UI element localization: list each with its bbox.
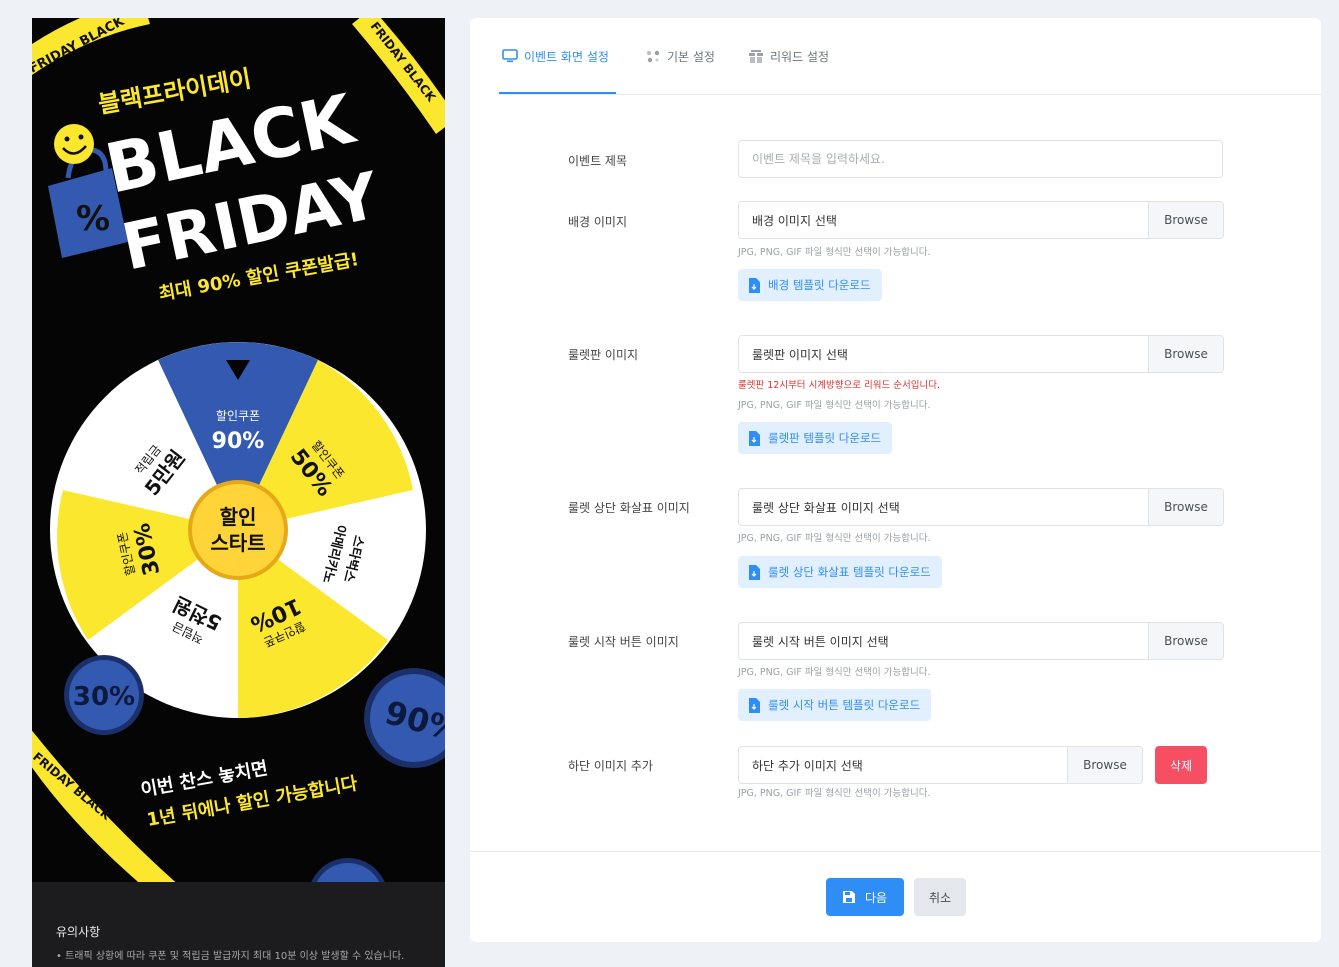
bottom-left-band: FRIDAY BLACK: [32, 730, 176, 882]
segment-value: 90%: [212, 429, 265, 454]
gift-icon: [748, 49, 764, 64]
bottom-file-input[interactable]: 하단 추가 이미지 선택 Browse: [738, 746, 1143, 784]
tab-reward-settings[interactable]: 리워드 설정: [748, 46, 829, 66]
roulette-help-text: JPG, PNG, GIF 파일 형식만 선택이 가능합니다.: [738, 400, 931, 411]
tab-label: 이벤트 화면 설정: [524, 49, 609, 64]
start-button-template-download-button[interactable]: 룰렛 시작 버튼 템플릿 다운로드: [738, 689, 932, 721]
roulette-template-download-button[interactable]: 룰렛판 템플릿 다운로드: [738, 422, 893, 454]
background-file-text: 배경 이미지 선택: [752, 213, 837, 228]
file-download-icon: [748, 430, 760, 446]
settings-card: 이벤트 화면 설정 기본 설정 리워드 설정 이벤트 제목 배경 이미지 배경 …: [470, 18, 1321, 942]
banner-text-top-right: FRIDAY BLACK: [368, 19, 439, 105]
bottom-file-text: 하단 추가 이미지 선택: [752, 758, 863, 773]
preview-artwork: FRIDAY BLACK FRIDAY BLACK FRIDAY BLACK 블…: [32, 18, 445, 882]
bottom-image-label: 하단 이미지 추가: [568, 759, 653, 773]
coin-bottom: [311, 858, 385, 882]
center-start-line1: 할인: [220, 505, 257, 529]
arrow-file-text: 룰렛 상단 화살표 이미지 선택: [752, 500, 900, 515]
next-label: 다음: [864, 890, 888, 905]
background-file-input[interactable]: 배경 이미지 선택 Browse: [738, 201, 1224, 239]
footer-divider: [470, 851, 1321, 852]
save-icon: [842, 891, 855, 903]
event-preview: FRIDAY BLACK FRIDAY BLACK FRIDAY BLACK 블…: [32, 18, 445, 967]
cancel-button[interactable]: 취소: [914, 878, 966, 916]
arrow-template-download-button[interactable]: 룰렛 상단 화살표 템플릿 다운로드: [738, 556, 942, 588]
background-template-download-button[interactable]: 배경 템플릿 다운로드: [738, 269, 882, 301]
active-tab-indicator: [499, 92, 616, 94]
settings-dots-icon: [645, 49, 661, 63]
start-button-file-text: 룰렛 시작 버튼 이미지 선택: [752, 634, 889, 649]
roulette-warning-text: 룰렛판 12시부터 시계방향으로 리워드 순서입니다.: [738, 380, 940, 391]
coin-right: 90%: [364, 668, 445, 768]
start-button-image-label: 룰렛 시작 버튼 이미지: [568, 635, 679, 649]
download-label: 배경 템플릿 다운로드: [768, 278, 871, 292]
arrow-image-label: 룰렛 상단 화살표 이미지: [568, 501, 690, 515]
background-image-label: 배경 이미지: [568, 215, 628, 229]
notice-title: 유의사항: [56, 925, 101, 939]
file-download-icon: [748, 277, 760, 293]
tab-event-screen[interactable]: 이벤트 화면 설정: [502, 46, 609, 66]
top-right-band: FRIDAY BLACK: [352, 18, 445, 134]
delete-bottom-image-button[interactable]: 삭제: [1155, 746, 1207, 784]
tab-basic-settings[interactable]: 기본 설정: [645, 46, 715, 66]
start-button-file-input[interactable]: 룰렛 시작 버튼 이미지 선택 Browse: [738, 622, 1224, 660]
download-label: 룰렛판 템플릿 다운로드: [768, 431, 882, 445]
tab-label: 리워드 설정: [770, 49, 830, 64]
background-browse-button[interactable]: Browse: [1148, 202, 1223, 238]
start-button-help-text: JPG, PNG, GIF 파일 형식만 선택이 가능합니다.: [738, 667, 931, 678]
roulette-file-input[interactable]: 룰렛판 이미지 선택 Browse: [738, 335, 1224, 373]
tab-bar: 이벤트 화면 설정 기본 설정 리워드 설정: [499, 18, 1321, 95]
roulette-image-label: 룰렛판 이미지: [568, 348, 639, 362]
next-button[interactable]: 다음: [826, 878, 904, 916]
tab-label: 기본 설정: [667, 49, 715, 64]
file-download-icon: [748, 564, 760, 580]
smiley-icon: [54, 124, 94, 164]
coin-left-text: 30%: [73, 682, 135, 712]
monitor-icon: [502, 49, 518, 63]
segment-label: 할인쿠폰: [216, 409, 260, 423]
roulette-browse-button[interactable]: Browse: [1148, 336, 1223, 372]
download-label: 룰렛 상단 화살표 템플릿 다운로드: [768, 565, 931, 579]
bottom-help-text: JPG, PNG, GIF 파일 형식만 선택이 가능합니다.: [738, 788, 931, 799]
download-label: 룰렛 시작 버튼 템플릿 다운로드: [768, 698, 921, 712]
notice-section: 유의사항 • 트래픽 상황에 따라 쿠폰 및 적립금 발급까지 최대 10분 이…: [32, 882, 445, 967]
bottom-browse-button[interactable]: Browse: [1067, 747, 1142, 783]
roulette-file-text: 룰렛판 이미지 선택: [752, 347, 848, 362]
background-help-text: JPG, PNG, GIF 파일 형식만 선택이 가능합니다.: [738, 247, 931, 258]
event-title-label: 이벤트 제목: [568, 154, 628, 168]
top-left-band: FRIDAY BLACK: [32, 18, 150, 77]
start-button-browse-button[interactable]: Browse: [1148, 623, 1223, 659]
file-download-icon: [748, 697, 760, 713]
arrow-browse-button[interactable]: Browse: [1148, 489, 1223, 525]
arrow-help-text: JPG, PNG, GIF 파일 형식만 선택이 가능합니다.: [738, 533, 931, 544]
arrow-file-input[interactable]: 룰렛 상단 화살표 이미지 선택 Browse: [738, 488, 1224, 526]
event-title-input[interactable]: [738, 140, 1223, 178]
notice-text: • 트래픽 상황에 따라 쿠폰 및 적립금 발급까지 최대 10분 이상 발생할…: [56, 951, 405, 962]
coin-left: 30%: [64, 655, 144, 735]
bag-percent-symbol: %: [76, 199, 110, 239]
center-start-line2: 스타트: [210, 531, 265, 555]
